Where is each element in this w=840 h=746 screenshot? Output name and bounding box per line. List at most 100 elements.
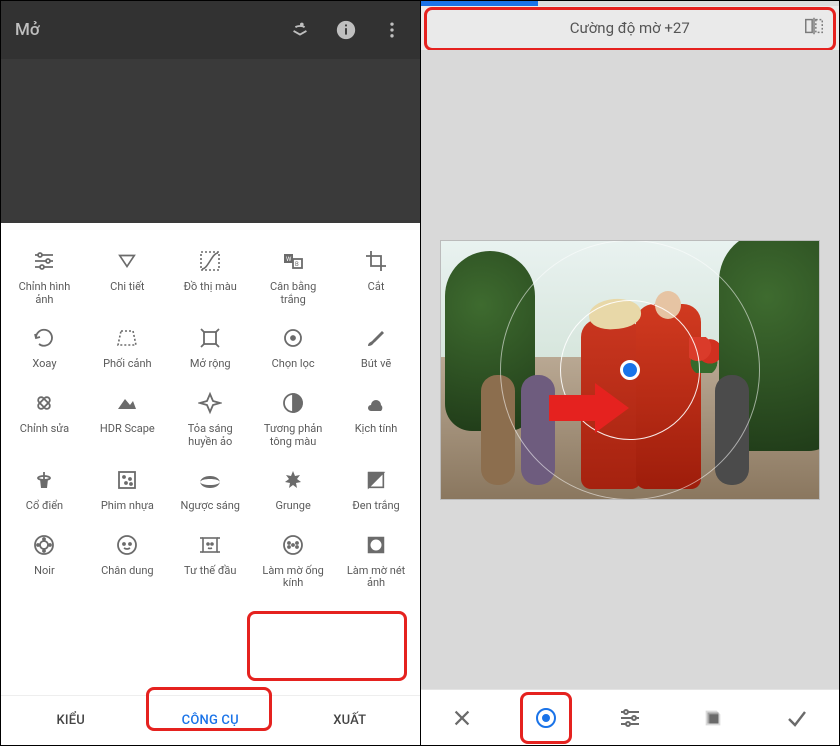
expand-icon — [196, 324, 224, 352]
blur-center-handle[interactable] — [620, 360, 640, 380]
svg-text:B: B — [295, 261, 299, 268]
tool-rotate[interactable]: Xoay — [3, 316, 86, 381]
tool-label: Cắt — [368, 281, 385, 294]
open-label[interactable]: Mở — [15, 20, 268, 40]
tab-tools[interactable]: CÔNG CỤ — [141, 696, 281, 745]
tool-label: Ngược sáng — [180, 500, 240, 513]
tool-label: Chi tiết — [110, 281, 144, 294]
tool-label: Bút vẽ — [361, 358, 391, 371]
adjust-button[interactable] — [588, 690, 672, 745]
tool-hdr[interactable]: HDR Scape — [86, 381, 169, 458]
grainy-icon — [113, 466, 141, 494]
tool-label: Đồ thị màu — [184, 281, 237, 294]
info-icon[interactable] — [332, 16, 360, 44]
tool-label: Mở rộng — [190, 358, 231, 371]
brush-icon — [362, 324, 390, 352]
red-arrow-annotation — [549, 383, 629, 437]
tool-target[interactable]: Chọn lọc — [252, 316, 335, 381]
wb-icon: WB — [279, 247, 307, 275]
tool-label: Cân bằng trắng — [257, 281, 329, 306]
left-header: Mở — [1, 1, 420, 59]
tool-expand[interactable]: Mở rộng — [169, 316, 252, 381]
tool-wb[interactable]: WB Cân bằng trắng — [252, 239, 335, 316]
tool-portrait[interactable]: Chân dung — [86, 523, 169, 600]
tool-label: Đen trắng — [352, 500, 399, 513]
highlight-lensblur-tools — [247, 611, 407, 681]
tool-grunge[interactable]: Grunge — [252, 458, 335, 523]
lensblur-icon — [279, 531, 307, 559]
crop-icon — [362, 247, 390, 275]
perspective-icon — [113, 324, 141, 352]
tool-label: Phối cảnh — [103, 358, 152, 371]
grunge-icon — [279, 466, 307, 494]
tool-tune[interactable]: Chỉnh hình ảnh — [3, 239, 86, 316]
image-preview-dark — [1, 59, 420, 223]
tool-label: Kịch tính — [355, 423, 398, 436]
heal-icon — [30, 389, 58, 417]
tool-triangle-down[interactable]: Chi tiết — [86, 239, 169, 316]
close-button[interactable] — [421, 690, 505, 745]
tool-drama[interactable]: Kịch tính — [335, 381, 418, 458]
curve-icon — [196, 247, 224, 275]
vignette-icon — [362, 531, 390, 559]
tool-headpose[interactable]: Tư thế đầu — [169, 523, 252, 600]
tool-label: Phim nhựa — [101, 500, 154, 513]
vintage-icon — [30, 466, 58, 494]
hdr-icon — [113, 389, 141, 417]
tool-bw[interactable]: Đen trắng — [335, 458, 418, 523]
bw-icon — [362, 466, 390, 494]
tool-brush[interactable]: Bút vẽ — [335, 316, 418, 381]
tool-label: Tương phản tông màu — [257, 423, 329, 448]
tool-contrast[interactable]: Tương phản tông màu — [252, 381, 335, 458]
tool-vintage[interactable]: Cổ điển — [3, 458, 86, 523]
photo-preview[interactable] — [440, 240, 820, 500]
slider-label: Cường độ mờ +27 — [570, 19, 690, 37]
tool-lensblur[interactable]: Làm mờ ống kính — [252, 523, 335, 600]
tool-retrolux[interactable]: Ngược sáng — [169, 458, 252, 523]
tool-label: HDR Scape — [100, 423, 155, 436]
contrast-icon — [279, 389, 307, 417]
apply-button[interactable] — [755, 690, 839, 745]
glamour-icon — [196, 389, 224, 417]
headpose-icon — [196, 531, 224, 559]
target-icon — [279, 324, 307, 352]
editor-panel: Cường độ mờ +27 — [421, 1, 840, 745]
tool-label: Chỉnh hình ảnh — [8, 281, 80, 306]
tools-panel: Mở Chỉnh hình ảnh Chi tiết Đồ thị màu WB … — [1, 1, 421, 745]
tool-glamour[interactable]: Tỏa sáng huyền ảo — [169, 381, 252, 458]
more-icon[interactable] — [378, 16, 406, 44]
image-canvas[interactable] — [421, 50, 840, 689]
tool-label: Xoay — [32, 358, 56, 371]
tool-label: Tư thế đầu — [184, 565, 236, 578]
compare-icon[interactable] — [803, 15, 825, 41]
tool-label: Grunge — [275, 500, 310, 513]
tool-crop[interactable]: Cắt — [335, 239, 418, 316]
slider-readout[interactable]: Cường độ mờ +27 — [421, 6, 840, 50]
tool-label: Làm mờ nét ảnh — [340, 565, 412, 590]
tab-styles[interactable]: KIỂU — [1, 696, 141, 745]
styles-button[interactable] — [672, 690, 756, 745]
retrolux-icon — [196, 466, 224, 494]
tab-export[interactable]: XUẤT — [280, 696, 420, 745]
tool-label: Noir — [34, 565, 55, 578]
tool-label: Chỉnh sửa — [20, 423, 69, 436]
blur-shape-button[interactable] — [504, 690, 588, 745]
rotate-icon — [30, 324, 58, 352]
drama-icon — [362, 389, 390, 417]
layers-icon[interactable] — [286, 16, 314, 44]
tools-area: Chỉnh hình ảnh Chi tiết Đồ thị màu WB Cân… — [1, 223, 420, 695]
tool-label: Tỏa sáng huyền ảo — [174, 423, 246, 448]
tool-noir[interactable]: Noir — [3, 523, 86, 600]
tool-grainy[interactable]: Phim nhựa — [86, 458, 169, 523]
portrait-icon — [113, 531, 141, 559]
tool-label: Làm mờ ống kính — [257, 565, 329, 590]
tool-vignette[interactable]: Làm mờ nét ảnh — [335, 523, 418, 600]
bottom-tabs: KIỂU CÔNG CỤ XUẤT — [1, 695, 420, 745]
tool-heal[interactable]: Chỉnh sửa — [3, 381, 86, 458]
tool-label: Chọn lọc — [272, 358, 315, 371]
tune-icon — [30, 247, 58, 275]
svg-text:W: W — [286, 256, 292, 263]
noir-icon — [30, 531, 58, 559]
tool-curve[interactable]: Đồ thị màu — [169, 239, 252, 316]
tool-perspective[interactable]: Phối cảnh — [86, 316, 169, 381]
